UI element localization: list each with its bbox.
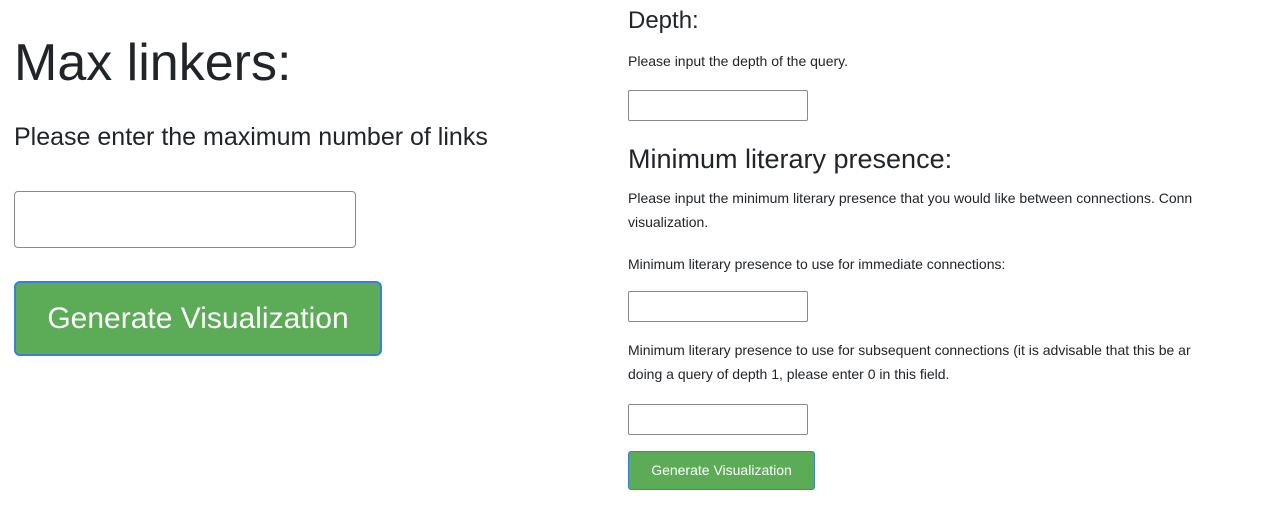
depth-description: Please input the depth of the query. xyxy=(628,53,849,69)
subsequent-connections-input[interactable] xyxy=(628,404,808,435)
min-literary-presence-title: Minimum literary presence: xyxy=(628,144,953,174)
max-linkers-input[interactable] xyxy=(14,191,356,248)
max-linkers-title: Max linkers: xyxy=(14,34,292,92)
depth-input[interactable] xyxy=(628,90,808,121)
min-literary-presence-description-line2: visualization. xyxy=(628,214,709,230)
max-linkers-description: Please enter the maximum number of links xyxy=(14,123,488,151)
immediate-connections-input[interactable] xyxy=(628,291,808,322)
immediate-connections-label: Minimum literary presence to use for imm… xyxy=(628,256,1006,272)
generate-visualization-button[interactable]: Generate Visualization xyxy=(628,451,815,490)
subsequent-connections-label-line2: doing a query of depth 1, please enter 0… xyxy=(628,366,950,382)
subsequent-connections-label-line1: Minimum literary presence to use for sub… xyxy=(628,342,1191,358)
max-linkers-panel: Max linkers: Please enter the maximum nu… xyxy=(0,0,612,505)
query-form-panel: Depth: Please input the depth of the que… xyxy=(612,0,1276,505)
depth-title: Depth: xyxy=(628,7,699,34)
min-literary-presence-description-line1: Please input the minimum literary presen… xyxy=(628,190,1193,206)
generate-visualization-button-large[interactable]: Generate Visualization xyxy=(14,281,382,356)
